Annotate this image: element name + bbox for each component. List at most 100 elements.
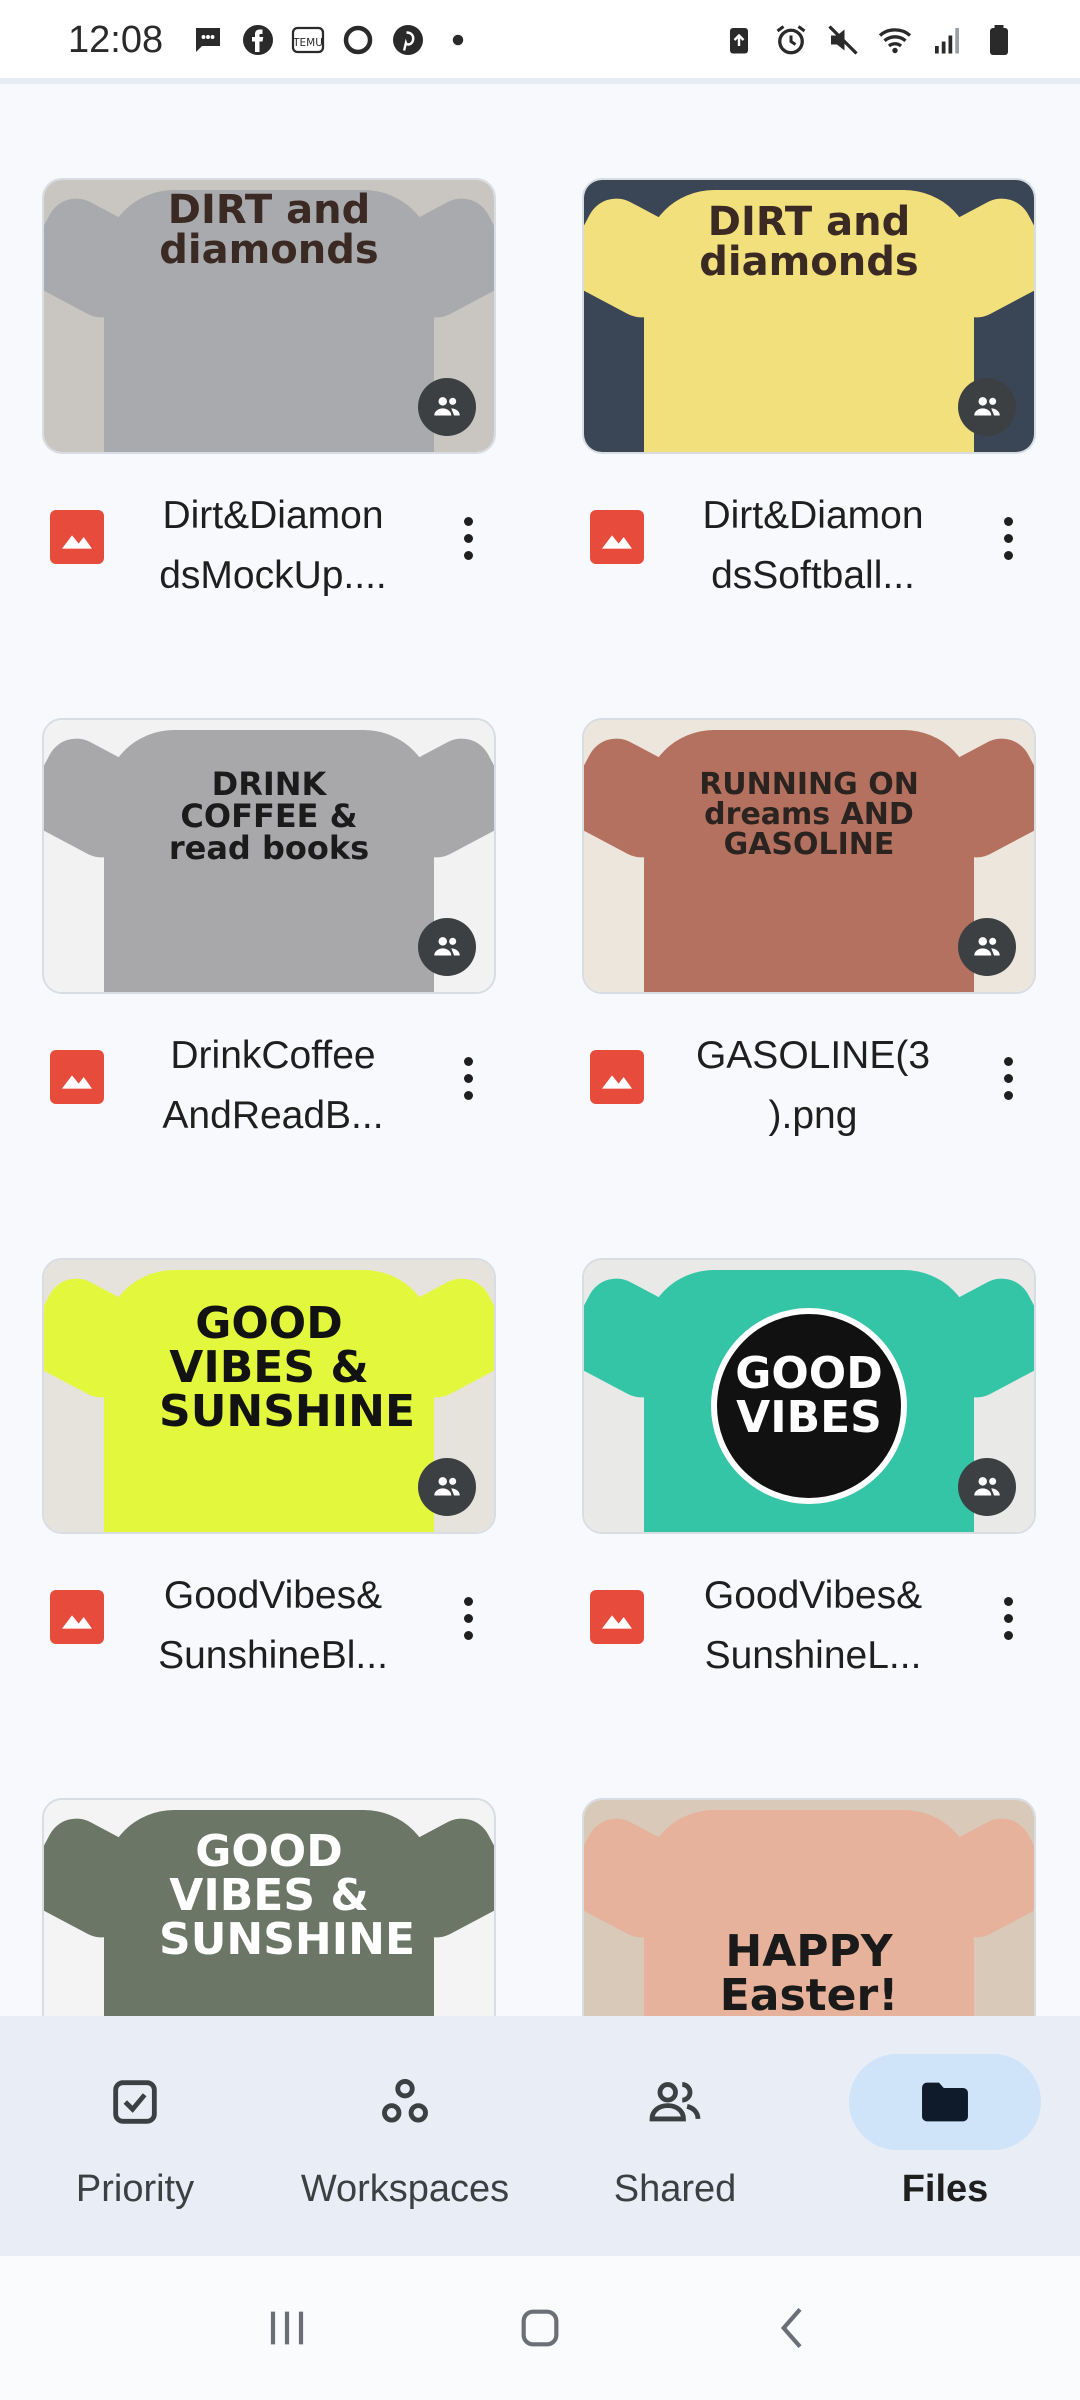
file-name-line-1: GoodVibes& xyxy=(163,1574,383,1617)
more-options-icon[interactable] xyxy=(988,1046,1028,1110)
svg-text:TEMU: TEMU xyxy=(292,37,323,49)
nav-item-shared[interactable]: Shared xyxy=(540,2016,810,2256)
alarm-icon xyxy=(772,21,810,59)
dot-icon xyxy=(439,21,477,59)
thumbnail-design-text: GOOD VIBES & SUNSHINE xyxy=(159,1826,416,1965)
thumbnail-design-text: DRINK COFFEE & read books xyxy=(168,765,370,867)
nav-label: Priority xyxy=(75,2168,195,2210)
file-thumbnail[interactable]: HAPPY Easter! xyxy=(582,1798,1036,2016)
more-options-icon[interactable] xyxy=(448,1046,488,1110)
image-file-icon xyxy=(590,510,644,564)
threads-icon xyxy=(339,21,377,59)
home-icon xyxy=(521,2309,559,2347)
image-file-icon xyxy=(50,1050,104,1104)
file-meta: GoodVibes& SunshineL... xyxy=(582,1542,1036,1677)
bottom-navigation: Priority Workspaces Shared Files xyxy=(0,2016,1080,2256)
status-time: 12:08 xyxy=(68,18,164,61)
more-options-icon[interactable] xyxy=(988,1586,1028,1650)
file-thumbnail[interactable]: DRINK COFFEE & read books xyxy=(42,718,496,994)
file-name[interactable]: Dirt&Diamon dsSoftball... xyxy=(678,486,948,606)
shared-people-icon xyxy=(649,2082,701,2122)
facebook-icon xyxy=(239,21,277,59)
file-thumbnail[interactable]: DIRT and diamonds xyxy=(582,178,1036,454)
shared-people-icon xyxy=(974,397,1000,416)
shared-people-icon xyxy=(974,937,1000,956)
file-name-line-2: SunshineBl... xyxy=(158,1634,388,1677)
file-meta: GoodVibes& SunshineBl... xyxy=(42,1542,496,1677)
home-button[interactable] xyxy=(505,2293,575,2363)
file-name-line-1: DrinkCoffee xyxy=(170,1034,376,1077)
file-meta: GASOLINE(3 ).png xyxy=(582,1002,1036,1137)
status-right xyxy=(720,21,1018,59)
file-thumbnail[interactable]: RUNNING ON dreams AND GASOLINE xyxy=(582,718,1036,994)
file-meta: Dirt&Diamon dsMockUp.... xyxy=(42,462,496,597)
file-thumbnail[interactable]: DIRT and diamonds xyxy=(42,178,496,454)
file-name[interactable]: DrinkCoffee AndReadB... xyxy=(138,1026,408,1146)
thumbnail-design-text: DIRT and diamonds xyxy=(699,199,919,285)
file-thumbnail[interactable]: GOOD VIBES xyxy=(582,1258,1036,1534)
file-name[interactable]: GoodVibes& SunshineL... xyxy=(678,1566,948,1686)
thumbnail-design-text: DIRT and diamonds xyxy=(159,187,379,273)
status-left: 12:08 TEMU xyxy=(68,19,477,62)
status-divider xyxy=(0,78,1080,84)
shared-people-icon xyxy=(974,1477,1000,1496)
recent-apps-button[interactable] xyxy=(252,2293,322,2363)
file-grid[interactable]: DIRT and diamonds Dirt&Diamon dsMockUp...… xyxy=(42,178,1038,2016)
thumbnail-design-text: GOOD VIBES & SUNSHINE xyxy=(159,1298,416,1437)
file-name-line-1: GASOLINE(3 xyxy=(695,1034,931,1077)
shared-badge xyxy=(958,378,1016,436)
file-name-line-1: Dirt&Diamon xyxy=(162,494,384,537)
thumbnail-design-text: GOOD VIBES xyxy=(735,1348,883,1443)
file-name-line-2: AndReadB... xyxy=(162,1094,384,1137)
wifi-icon xyxy=(876,21,914,59)
nav-item-workspaces[interactable]: Workspaces xyxy=(270,2016,540,2256)
nav-icon-container xyxy=(309,2054,501,2150)
file-name[interactable]: Dirt&Diamon dsMockUp.... xyxy=(138,486,408,606)
shared-badge xyxy=(958,918,1016,976)
chat-bubble-icon xyxy=(189,21,227,59)
more-options-icon[interactable] xyxy=(988,506,1028,570)
thumbnail-design-text: RUNNING ON dreams AND GASOLINE xyxy=(699,767,919,862)
mute-icon xyxy=(824,21,862,59)
nav-icon-container xyxy=(849,2054,1041,2150)
shared-badge xyxy=(418,1458,476,1516)
folder-icon xyxy=(922,2082,968,2122)
back-icon xyxy=(781,2307,802,2349)
file-name-line-1: Dirt&Diamon xyxy=(702,494,924,537)
recycle-icon xyxy=(720,21,758,59)
shared-badge xyxy=(418,378,476,436)
recent-apps-icon xyxy=(270,2311,303,2345)
file-name[interactable]: GASOLINE(3 ).png xyxy=(678,1026,948,1146)
priority-check-icon xyxy=(113,2080,157,2124)
signal-icon xyxy=(928,21,966,59)
nav-label: Workspaces xyxy=(300,2168,510,2210)
image-file-icon xyxy=(590,1050,644,1104)
file-meta: DrinkCoffee AndReadB... xyxy=(42,1002,496,1137)
battery-icon xyxy=(980,21,1018,59)
more-options-icon[interactable] xyxy=(448,1586,488,1650)
shared-badge xyxy=(958,1458,1016,1516)
nav-item-priority[interactable]: Priority xyxy=(0,2016,270,2256)
back-button[interactable] xyxy=(758,2293,828,2363)
nav-icon-container xyxy=(39,2054,231,2150)
temu-icon: TEMU xyxy=(289,21,327,59)
file-thumbnail[interactable]: GOOD VIBES & SUNSHINE xyxy=(42,1258,496,1534)
file-name-line-2: ).png xyxy=(768,1094,858,1137)
image-file-icon xyxy=(50,510,104,564)
file-name-line-2: dsSoftball... xyxy=(711,554,915,597)
image-file-icon xyxy=(50,1590,104,1644)
workspaces-icon xyxy=(382,2079,428,2123)
file-name[interactable]: GoodVibes& SunshineBl... xyxy=(138,1566,408,1686)
shared-badge xyxy=(418,918,476,976)
shared-people-icon xyxy=(434,397,460,416)
system-navigation xyxy=(0,2256,1080,2400)
file-thumbnail[interactable]: GOOD VIBES & SUNSHINE xyxy=(42,1798,496,2016)
nav-icon-container xyxy=(579,2054,771,2150)
file-name-line-2: SunshineL... xyxy=(704,1634,922,1677)
shared-people-icon xyxy=(434,937,460,956)
file-meta: Dirt&Diamon dsSoftball... xyxy=(582,462,1036,597)
nav-item-files[interactable]: Files xyxy=(810,2016,1080,2256)
image-file-icon xyxy=(590,1590,644,1644)
more-options-icon[interactable] xyxy=(448,506,488,570)
thumbnail-design-text: HAPPY Easter! xyxy=(719,1926,899,2017)
